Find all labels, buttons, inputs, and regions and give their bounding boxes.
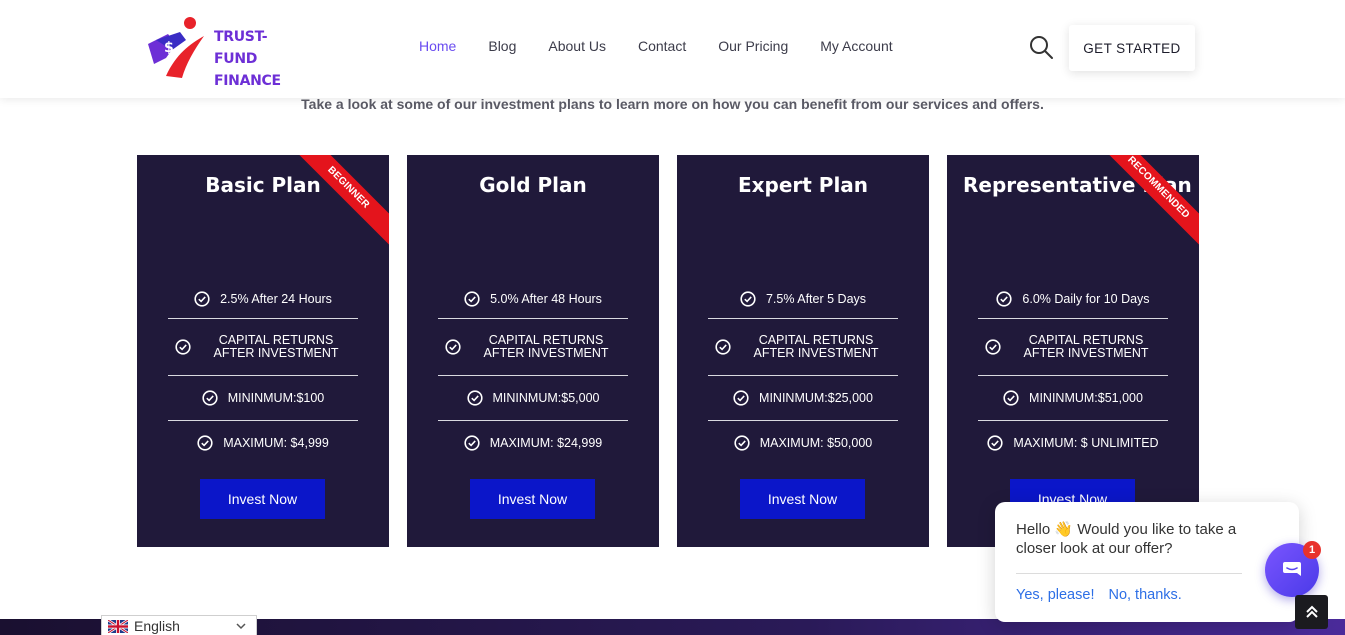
plan-features: 2.5% After 24 Hours CAPITAL RETURNS AFTE… — [168, 279, 358, 465]
feature-item: MAXIMUM: $4,999 — [168, 421, 358, 465]
nav-home[interactable]: Home — [403, 37, 472, 55]
invest-now-button[interactable]: Invest Now — [740, 479, 865, 519]
feature-item: MININMUM:$5,000 — [438, 376, 628, 421]
plan-card-expert: Expert Plan 7.5% After 5 Days CAPITAL RE… — [677, 155, 929, 547]
feature-item: MAXIMUM: $ UNLIMITED — [978, 421, 1168, 465]
check-circle-icon — [194, 290, 210, 307]
feature-item: MININMUM:$100 — [168, 376, 358, 421]
chat-no-button[interactable]: No, thanks. — [1108, 587, 1181, 603]
double-chevron-up-icon — [1305, 605, 1318, 618]
feature-text: MAXIMUM: $24,999 — [489, 436, 603, 450]
plan-features: 5.0% After 48 Hours CAPITAL RETURNS AFTE… — [438, 279, 628, 465]
chat-actions: Yes, please! No, thanks. — [1016, 587, 1182, 603]
feature-text: 6.0% Daily for 10 Days — [1022, 291, 1150, 306]
scroll-to-top-button[interactable] — [1295, 595, 1328, 629]
invest-now-button[interactable]: Invest Now — [470, 479, 595, 519]
plan-features: 7.5% After 5 Days CAPITAL RETURNS AFTER … — [708, 279, 898, 465]
brand-logo[interactable]: $ TRUST-FUND FINANCE — [146, 14, 306, 89]
language-label: English — [134, 618, 180, 634]
feature-text: 5.0% After 48 Hours — [490, 291, 602, 306]
check-circle-icon — [175, 339, 191, 355]
brand-line-1: TRUST-FUND — [214, 29, 268, 67]
feature-text: MAXIMUM: $4,999 — [223, 436, 329, 450]
language-select[interactable]: English — [101, 615, 257, 635]
check-circle-icon — [464, 290, 480, 307]
feature-item: CAPITAL RETURNS AFTER INVESTMENT — [168, 319, 358, 376]
uk-flag-icon — [108, 619, 128, 633]
feature-text: CAPITAL RETURNS AFTER INVESTMENT — [483, 333, 609, 360]
feature-text: MININMUM:$25,000 — [759, 391, 873, 405]
search-icon[interactable] — [1028, 34, 1054, 60]
feature-text: MININMUM:$51,000 — [1029, 391, 1143, 405]
check-circle-icon — [985, 339, 1001, 355]
chat-popup: Hello 👋 Would you like to take a closer … — [995, 502, 1299, 622]
check-circle-icon — [466, 390, 483, 406]
nav-our-pricing[interactable]: Our Pricing — [702, 37, 804, 55]
brand-line-2: FINANCE — [214, 73, 281, 89]
chevron-down-icon — [236, 623, 246, 630]
chat-bubble-icon — [1283, 562, 1301, 576]
nav-contact[interactable]: Contact — [622, 37, 702, 55]
feature-text: MININMUM:$5,000 — [492, 391, 600, 405]
svg-text:$: $ — [164, 40, 174, 56]
check-circle-icon — [996, 290, 1013, 307]
feature-text: CAPITAL RETURNS AFTER INVESTMENT — [1023, 333, 1149, 360]
feature-text: CAPITAL RETURNS AFTER INVESTMENT — [213, 333, 339, 360]
plan-title: Expert Plan — [737, 173, 869, 197]
feature-item: 5.0% After 48 Hours — [438, 279, 628, 319]
chat-message: Hello 👋 Would you like to take a closer … — [1016, 521, 1237, 557]
check-circle-icon — [202, 390, 218, 406]
plan-card-basic: Basic Plan BEGINNER 2.5% After 24 Hours … — [137, 155, 389, 547]
feature-item: CAPITAL RETURNS AFTER INVESTMENT — [708, 319, 898, 376]
check-circle-icon — [987, 435, 1004, 451]
feature-text: MAXIMUM: $50,000 — [759, 436, 873, 450]
feature-item: 2.5% After 24 Hours — [168, 279, 358, 319]
feature-item: MAXIMUM: $50,000 — [708, 421, 898, 465]
check-circle-icon — [445, 339, 461, 355]
feature-item: CAPITAL RETURNS AFTER INVESTMENT — [438, 319, 628, 376]
check-circle-icon — [715, 339, 731, 355]
site-header: $ TRUST-FUND FINANCE Home Blog About Us … — [0, 0, 1345, 98]
get-started-button[interactable]: GET STARTED — [1069, 25, 1195, 71]
logo-mark-icon: $ — [148, 17, 204, 78]
check-circle-icon — [464, 435, 480, 451]
nav-about-us[interactable]: About Us — [532, 37, 622, 55]
feature-item: MAXIMUM: $24,999 — [438, 421, 628, 465]
check-circle-icon — [197, 435, 213, 451]
check-circle-icon — [1003, 390, 1019, 406]
feature-item: 7.5% After 5 Days — [708, 279, 898, 319]
check-circle-icon — [733, 390, 749, 406]
feature-text: MININMUM:$100 — [227, 391, 325, 405]
invest-now-button[interactable]: Invest Now — [200, 479, 325, 519]
check-circle-icon — [734, 435, 750, 451]
chat-notification-badge: 1 — [1303, 541, 1321, 559]
brand-name: TRUST-FUND FINANCE — [214, 26, 306, 92]
feature-text: CAPITAL RETURNS AFTER INVESTMENT — [753, 333, 879, 360]
feature-item: 6.0% Daily for 10 Days — [978, 279, 1168, 319]
nav-my-account[interactable]: My Account — [804, 37, 908, 55]
plan-title: Gold Plan — [479, 173, 587, 197]
feature-text: 2.5% After 24 Hours — [220, 291, 332, 306]
plans-intro: Take a look at some of our investment pl… — [301, 96, 1044, 112]
feature-item: CAPITAL RETURNS AFTER INVESTMENT — [978, 319, 1168, 376]
plan-card-gold: Gold Plan 5.0% After 48 Hours CAPITAL RE… — [407, 155, 659, 547]
feature-item: MININMUM:$51,000 — [978, 376, 1168, 421]
main-nav: Home Blog About Us Contact Our Pricing M… — [403, 37, 909, 55]
feature-text: MAXIMUM: $ UNLIMITED — [1013, 436, 1159, 450]
chat-divider — [1016, 573, 1242, 574]
plan-ribbon: BEGINNER — [287, 155, 389, 249]
nav-blog[interactable]: Blog — [472, 37, 532, 55]
plan-features: 6.0% Daily for 10 Days CAPITAL RETURNS A… — [978, 279, 1168, 465]
feature-text: 7.5% After 5 Days — [765, 291, 867, 306]
feature-item: MININMUM:$25,000 — [708, 376, 898, 421]
plan-ribbon: RECOMMENDED — [1097, 155, 1199, 249]
check-circle-icon — [740, 290, 756, 307]
plan-card-representative: Representative Plan RECOMMENDED 6.0% Dai… — [947, 155, 1199, 547]
chat-yes-button[interactable]: Yes, please! — [1016, 587, 1094, 603]
